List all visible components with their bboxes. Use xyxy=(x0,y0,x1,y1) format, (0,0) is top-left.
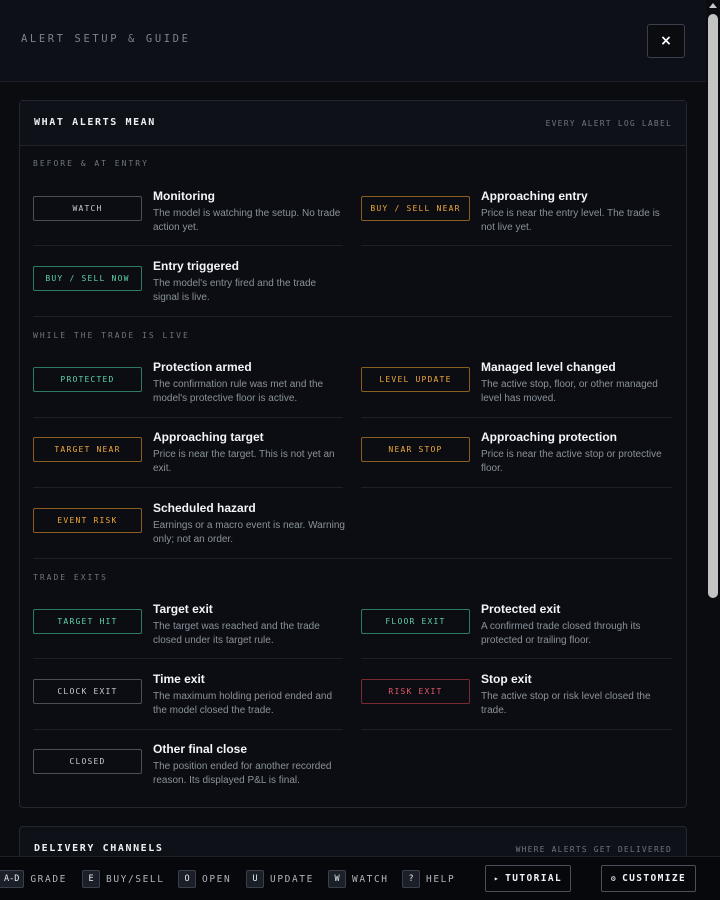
alert-description: Price is near the entry level. The trade… xyxy=(481,208,660,233)
alert-item-entry-triggered: BUY / SELL NOW Entry triggered The model… xyxy=(33,259,353,319)
customize-button[interactable]: ⚙ CUSTOMIZE xyxy=(601,865,696,892)
tutorial-button[interactable]: ▸ TUTORIAL xyxy=(485,865,571,892)
scrollbar-thumb[interactable] xyxy=(708,14,718,598)
shortcut-watch[interactable]: W WATCH xyxy=(328,870,389,888)
alerts-card-title: WHAT ALERTS MEAN xyxy=(34,117,156,128)
tutorial-label: TUTORIAL xyxy=(505,873,563,884)
alert-item-stop-exit: RISK EXIT Stop exit The active stop or r… xyxy=(361,672,681,732)
alert-name: Stop exit xyxy=(481,672,532,686)
alert-item-scheduled-hazard: EVENT RISK Scheduled hazard Earnings or … xyxy=(33,501,353,561)
alert-item-protection-armed: PROTECTED Protection armed The confirmat… xyxy=(33,360,353,420)
alert-badge-level-update: LEVEL UPDATE xyxy=(361,367,470,392)
alert-description: The active stop, floor, or other managed… xyxy=(481,379,658,404)
alert-item-approaching-target: TARGET NEAR Approaching target Price is … xyxy=(33,430,353,490)
section-label-exits: TRADE EXITS xyxy=(33,573,108,582)
section-label-live: WHILE THE TRADE IS LIVE xyxy=(33,331,190,340)
alert-badge-watch: WATCH xyxy=(33,196,142,221)
alert-name: Time exit xyxy=(153,672,205,686)
section-label-entry: BEFORE & AT ENTRY xyxy=(33,159,149,168)
alert-item-approaching-entry: BUY / SELL NEAR Approaching entry Price … xyxy=(361,189,681,249)
alert-description: The model's entry fired and the trade si… xyxy=(153,278,317,303)
shortcut-label: WATCH xyxy=(352,873,389,885)
alert-description: Price is near the active stop or protect… xyxy=(481,449,662,474)
shortcut-update[interactable]: U UPDATE xyxy=(246,870,314,888)
alert-name: Managed level changed xyxy=(481,360,616,374)
alert-description: A confirmed trade closed through its pro… xyxy=(481,621,641,646)
delivery-card-title: DELIVERY CHANNELS xyxy=(34,843,164,854)
shortcut-key: U xyxy=(246,870,264,888)
alert-badge-target-hit: TARGET HIT xyxy=(33,609,142,634)
alert-name: Approaching entry xyxy=(481,189,588,203)
shortcut-key: ? xyxy=(402,870,420,888)
alert-description: Earnings or a macro event is near. Warni… xyxy=(153,520,345,545)
shortcut-bar: A-D GRADE E BUY/SELL O OPEN U UPDATE W W… xyxy=(0,856,720,900)
alert-description: The model is watching the setup. No trad… xyxy=(153,208,341,233)
shortcut-label: GRADE xyxy=(30,873,67,885)
alert-badge-event-risk: EVENT RISK xyxy=(33,508,142,533)
alert-name: Scheduled hazard xyxy=(153,501,256,515)
alert-badge-near-stop: NEAR STOP xyxy=(361,437,470,462)
alert-name: Protection armed xyxy=(153,360,252,374)
alert-badge-risk-exit: RISK EXIT xyxy=(361,679,470,704)
close-icon: × xyxy=(660,33,672,49)
shortcut-grade[interactable]: A-D GRADE xyxy=(0,870,67,888)
alert-description: Price is near the target. This is not ye… xyxy=(153,449,335,474)
alert-description: The confirmation rule was met and the mo… xyxy=(153,379,324,404)
alert-name: Target exit xyxy=(153,602,213,616)
alert-description: The maximum holding period ended and the… xyxy=(153,691,332,716)
alert-item-monitoring: WATCH Monitoring The model is watching t… xyxy=(33,189,353,249)
play-icon: ▸ xyxy=(493,874,501,883)
alerts-card-subtitle: EVERY ALERT LOG LABEL xyxy=(545,119,672,128)
alert-badge-closed: CLOSED xyxy=(33,749,142,774)
modal-header: ALERT SETUP & GUIDE × xyxy=(0,0,706,82)
shortcut-buy-sell[interactable]: E BUY/SELL xyxy=(82,870,165,888)
delivery-card-subtitle: WHERE ALERTS GET DELIVERED xyxy=(515,845,672,854)
alert-item-time-exit: CLOCK EXIT Time exit The maximum holding… xyxy=(33,672,353,732)
shortcut-key: A-D xyxy=(0,870,25,888)
alert-item-managed-level-changed: LEVEL UPDATE Managed level changed The a… xyxy=(361,360,681,420)
alert-name: Approaching target xyxy=(153,430,264,444)
alert-item-protected-exit: FLOOR EXIT Protected exit A confirmed tr… xyxy=(361,602,681,662)
alert-description: The active stop or risk level closed the… xyxy=(481,691,651,716)
alert-badge-target-near: TARGET NEAR xyxy=(33,437,142,462)
alert-badge-protected: PROTECTED xyxy=(33,367,142,392)
alert-description: The target was reached and the trade clo… xyxy=(153,621,320,646)
scroll-up-icon[interactable] xyxy=(709,3,717,8)
shortcut-label: OPEN xyxy=(202,873,232,885)
alert-item-approaching-protection: NEAR STOP Approaching protection Price i… xyxy=(361,430,681,490)
close-button[interactable]: × xyxy=(647,24,685,58)
shortcut-key: E xyxy=(82,870,100,888)
alert-name: Monitoring xyxy=(153,189,215,203)
alert-name: Other final close xyxy=(153,742,248,756)
shortcut-label: UPDATE xyxy=(270,873,314,885)
shortcut-label: HELP xyxy=(426,873,456,885)
shortcut-label: BUY/SELL xyxy=(106,873,165,885)
alert-badge-buy-sell-near: BUY / SELL NEAR xyxy=(361,196,470,221)
alert-name: Approaching protection xyxy=(481,430,617,444)
shortcut-key: W xyxy=(328,870,346,888)
gear-icon: ⚙ xyxy=(610,874,618,883)
alert-item-other-final-close: CLOSED Other final close The position en… xyxy=(33,742,353,802)
page-title: ALERT SETUP & GUIDE xyxy=(21,33,191,45)
alert-description: The position ended for another recorded … xyxy=(153,761,332,786)
customize-label: CUSTOMIZE xyxy=(622,873,687,884)
shortcut-open[interactable]: O OPEN xyxy=(178,870,231,888)
alerts-card-header: WHAT ALERTS MEAN EVERY ALERT LOG LABEL xyxy=(20,101,686,146)
alert-item-target-exit: TARGET HIT Target exit The target was re… xyxy=(33,602,353,662)
shortcut-key: O xyxy=(178,870,196,888)
alert-badge-floor-exit: FLOOR EXIT xyxy=(361,609,470,634)
alert-name: Entry triggered xyxy=(153,259,240,273)
alert-badge-buy-sell-now: BUY / SELL NOW xyxy=(33,266,142,291)
alert-badge-clock-exit: CLOCK EXIT xyxy=(33,679,142,704)
alert-name: Protected exit xyxy=(481,602,561,616)
shortcut-help[interactable]: ? HELP xyxy=(402,870,455,888)
